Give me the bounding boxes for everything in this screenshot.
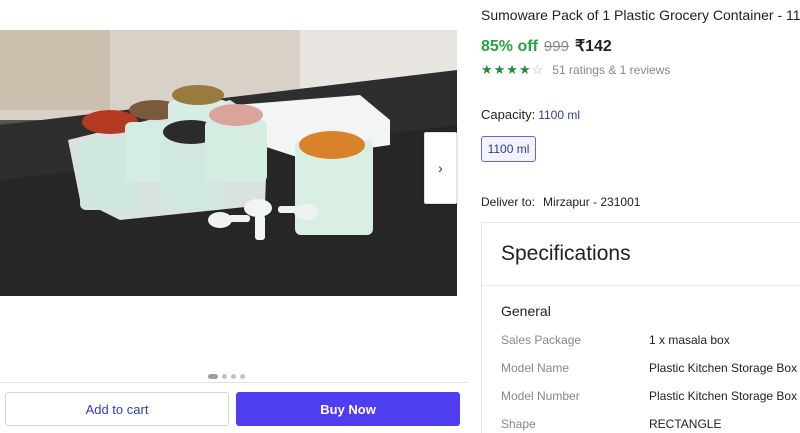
spec-key: Model Name (501, 361, 570, 375)
buy-now-button[interactable]: Buy Now (236, 392, 460, 426)
star-rating-icon: ★★★★☆ (481, 62, 545, 77)
specifications-panel: Specifications General Sales Package 1 x… (481, 222, 800, 433)
product-image[interactable] (0, 30, 457, 296)
divider (482, 285, 800, 286)
carousel-dot[interactable] (208, 374, 218, 379)
spec-key: Model Number (501, 389, 580, 403)
spec-value: 1 x masala box (649, 333, 730, 347)
add-to-cart-button[interactable]: Add to cart (5, 392, 229, 426)
product-title: Sumoware Pack of 1 Plastic Grocery Conta… (481, 7, 800, 23)
spec-value: RECTANGLE (649, 417, 722, 431)
delivery-location[interactable]: Deliver to: Mirzapur - 231001 (481, 195, 640, 209)
discount-badge: 85% off (481, 38, 538, 55)
spec-key: Shape (501, 417, 536, 431)
price-row: 85% off 999 ₹142 (481, 36, 612, 56)
selling-price: ₹142 (574, 38, 612, 55)
delivery-pincode: Mirzapur - 231001 (543, 195, 641, 209)
capacity-selected-value: 1100 ml (538, 108, 581, 122)
spec-value: Plastic Kitchen Storage Box wi (649, 389, 800, 403)
rating-row[interactable]: ★★★★☆ 51 ratings & 1 reviews (481, 62, 670, 78)
product-photo (0, 30, 457, 296)
carousel-dot[interactable] (231, 374, 236, 379)
carousel-dots (208, 374, 245, 379)
capacity-option-1100ml[interactable]: 1100 ml (481, 136, 536, 162)
deliver-to-label: Deliver to: (481, 195, 536, 209)
rating-count: 51 ratings & 1 reviews (552, 63, 671, 77)
spec-value: Plastic Kitchen Storage Box wi (649, 361, 800, 375)
capacity-label: Capacity: 1100 ml (481, 107, 580, 122)
product-gallery: › Add to cart Buy Now (0, 0, 468, 433)
action-bar: Add to cart Buy Now (0, 382, 468, 433)
carousel-dot[interactable] (222, 374, 227, 379)
original-price: 999 (543, 38, 569, 55)
spec-group-title: General (501, 303, 551, 319)
chevron-right-icon: › (438, 160, 443, 176)
product-details: Sumoware Pack of 1 Plastic Grocery Conta… (481, 0, 800, 433)
carousel-dot[interactable] (240, 374, 245, 379)
specifications-title: Specifications (501, 242, 631, 265)
next-image-button[interactable]: › (424, 132, 457, 204)
spec-key: Sales Package (501, 333, 582, 347)
capacity-label-text: Capacity: (481, 107, 536, 122)
